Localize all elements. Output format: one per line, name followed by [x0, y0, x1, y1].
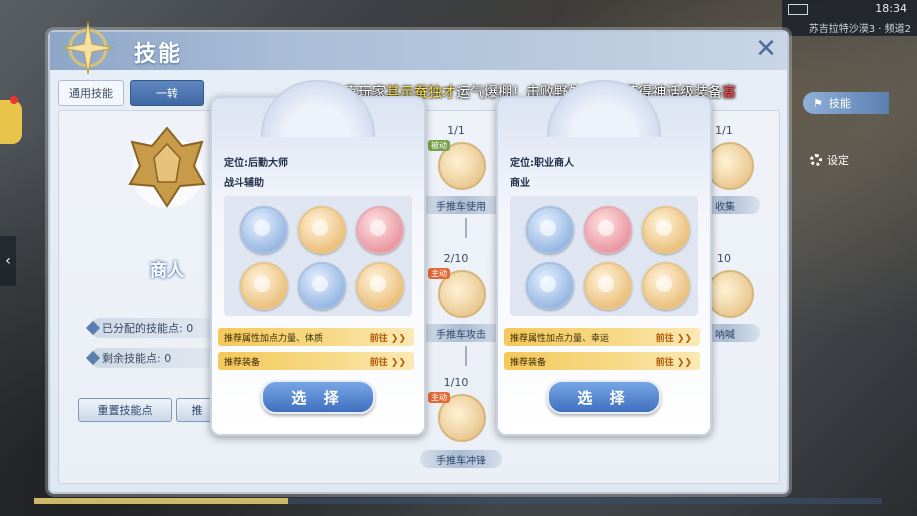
skill-label: 手推车冲锋 [420, 450, 502, 468]
skill-icon[interactable] [584, 206, 632, 254]
sparkle-icon: ✦ [502, 419, 511, 430]
choose-button[interactable]: 选 择 [261, 380, 375, 414]
skill-icon[interactable] [240, 206, 288, 254]
event-badge[interactable] [0, 96, 22, 144]
side-menu-settings-label: 设定 [827, 154, 849, 167]
clock: 18:34 [875, 2, 907, 15]
skill-label: 手推车使用 [420, 196, 502, 214]
card-position: 定位:后勤大师 [224, 158, 288, 169]
skill-tag: 主动 [428, 392, 450, 403]
go-link[interactable]: 前往 ❯❯ [656, 331, 692, 344]
choose-button[interactable]: 选 择 [547, 380, 661, 414]
experience-fill [34, 498, 289, 504]
skill-count: 2/10 [443, 252, 469, 265]
skill-tag: 主动 [428, 268, 450, 279]
window-title: 技能 [134, 42, 183, 67]
recommend-gear-label: 推荐装备 [510, 357, 547, 368]
skill-icon[interactable] [298, 262, 346, 310]
status-hud: 18:34 苏吉拉特沙漠3 · 频道2 [782, 0, 917, 36]
tab-general-skills[interactable]: 通用技能 [58, 80, 124, 106]
skill-label: 手推车攻击 [420, 324, 502, 342]
skill-icon[interactable] [642, 206, 690, 254]
banner-item: 塞 [722, 85, 736, 101]
card-role: 商业 [510, 178, 530, 189]
assigned-points-label: 已分配的技能点: 0 [102, 322, 194, 335]
sparkle-icon: ✦ [411, 419, 420, 430]
path-card-merchant[interactable]: 定位:职业商人 商业 推荐属性加点力量、幸运 前往 ❯❯ 推荐装备 前往 ❯❯ … [496, 96, 712, 436]
sparkle-icon: ✦ [216, 419, 225, 430]
skill-icon[interactable] [240, 262, 288, 310]
skill-tag: 被动 [428, 140, 450, 151]
side-menu-skills[interactable]: ⚑ 技能 [803, 92, 889, 114]
card-position: 定位:职业商人 [510, 158, 574, 169]
class-name: 商人 [150, 261, 184, 281]
side-menu-skills-label: 技能 [828, 97, 851, 110]
recommend-attributes-row[interactable]: 推荐属性加点力量、体质 前往 ❯❯ [218, 328, 414, 346]
skills-icon: ⚑ [813, 96, 823, 110]
skill-icon[interactable] [356, 262, 404, 310]
close-icon[interactable]: ✕ [753, 36, 779, 62]
tab-first-job[interactable]: 一转 [130, 80, 204, 106]
notification-dot [10, 96, 18, 104]
recommend-attributes-label: 推荐属性加点力量、幸运 [510, 333, 610, 344]
skill-icon[interactable] [356, 206, 404, 254]
recommend-gear-row[interactable]: 推荐装备 前往 ❯❯ [504, 352, 700, 370]
skill-icon[interactable] [584, 262, 632, 310]
path-card-logistics[interactable]: 定位:后勤大师 战斗辅助 推荐属性加点力量、体质 前往 ❯❯ 推荐装备 前往 ❯… [210, 96, 426, 436]
shout-skill-icon[interactable] [706, 270, 754, 318]
remaining-points-label: 剩余技能点: 0 [102, 352, 172, 365]
server-channel: 苏吉拉特沙漠3 · 频道2 [808, 24, 911, 35]
side-menu-settings[interactable]: 设定 [810, 152, 849, 168]
card-role: 战斗辅助 [224, 178, 264, 189]
go-link[interactable]: 前往 ❯❯ [656, 355, 692, 368]
skill-icon[interactable] [642, 262, 690, 310]
gear-icon [810, 154, 822, 166]
tree-arrow [465, 218, 467, 238]
recommend-attributes-row[interactable]: 推荐属性加点力量、幸运 前往 ❯❯ [504, 328, 700, 346]
go-link[interactable]: 前往 ❯❯ [370, 331, 406, 344]
battery-icon [788, 4, 808, 15]
skill-icon[interactable] [298, 206, 346, 254]
experience-bar [34, 498, 882, 504]
go-link[interactable]: 前往 ❯❯ [370, 355, 406, 368]
card-skill-icons [510, 196, 698, 316]
skill-count: 1/10 [443, 376, 469, 389]
class-emblem-icon [128, 126, 206, 208]
skill-icon[interactable] [526, 262, 574, 310]
compass-icon [61, 21, 115, 75]
collect-skill-icon[interactable] [706, 142, 754, 190]
recommend-gear-label: 推荐装备 [224, 357, 261, 368]
card-skill-icons [224, 196, 412, 316]
skill-icon[interactable] [526, 206, 574, 254]
recommend-attributes-label: 推荐属性加点力量、体质 [224, 333, 324, 344]
tab-bar: 通用技能 一转 [58, 80, 204, 106]
tree-arrow [465, 346, 467, 366]
collapse-left-arrow-icon[interactable]: ‹ [0, 236, 16, 286]
sparkle-icon: ✦ [697, 419, 706, 430]
recommend-gear-row[interactable]: 推荐装备 前往 ❯❯ [218, 352, 414, 370]
skill-count: 1/1 [447, 124, 465, 137]
reset-skill-points-button[interactable]: 重置技能点 [78, 398, 172, 422]
